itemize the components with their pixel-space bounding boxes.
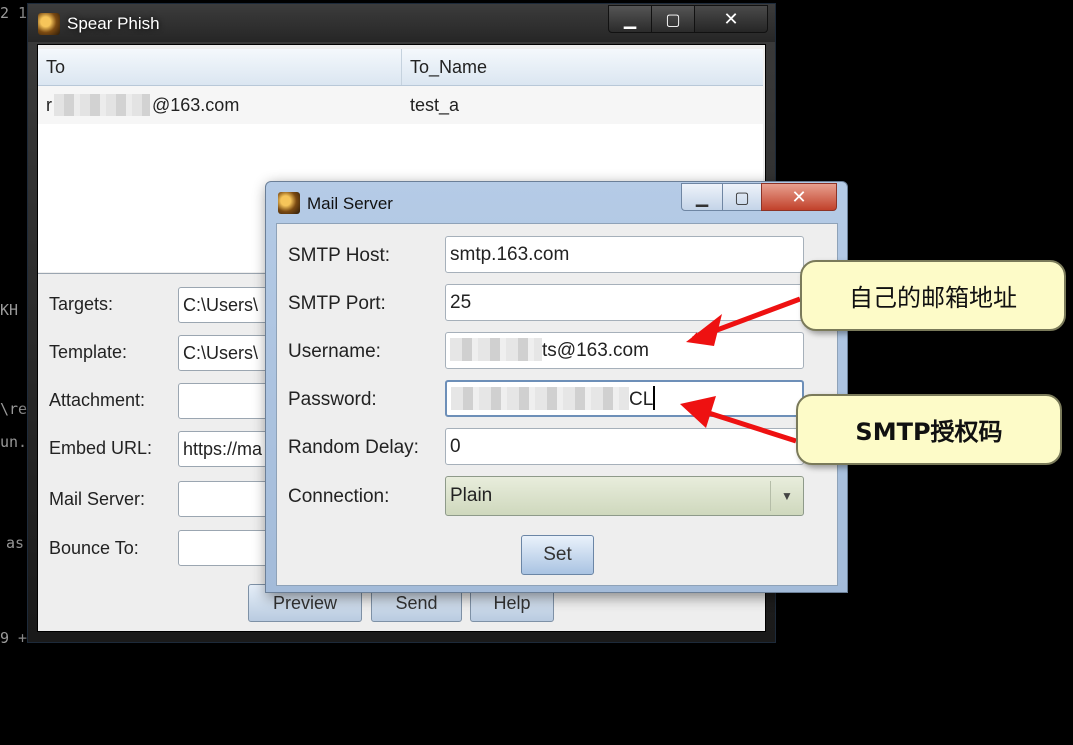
maximize-icon: ▢ [734,187,750,207]
terminal-text: 2 1 [0,4,28,22]
embed-url-label: Embed URL: [49,438,153,458]
redacted-block [54,93,150,116]
password-label: Password: [288,389,377,410]
redacted-block [450,337,542,361]
smtp-port-label: SMTP Port: [288,293,386,314]
table-cell-to: r @163.com [38,86,402,124]
column-header-to-name[interactable]: To_Name [402,49,762,85]
username-field[interactable]: ts@163.com [445,332,804,369]
terminal-text: un. [0,433,28,451]
attachment-label: Attachment: [49,390,146,410]
connection-selected: Plain [450,485,493,506]
email-suffix: @163.com [152,95,240,115]
email-prefix: r [46,95,52,115]
smtp-port-field[interactable]: 25 [445,284,804,321]
terminal-text: as [6,534,25,552]
maximize-button[interactable]: ▢ [651,5,695,33]
close-button[interactable]: ✕ [761,183,837,211]
minimize-icon: ▁ [695,187,709,207]
connection-select[interactable]: Plain ▼ [445,476,804,516]
mail-server-dialog: Mail Server ▁ ▢ ✕ SMTP Host: smtp.163.co… [265,181,848,593]
close-icon: ✕ [791,186,807,208]
bounce-to-label: Bounce To: [49,538,139,558]
random-delay-field[interactable]: 0 [445,428,804,465]
maximize-button[interactable]: ▢ [722,183,762,211]
minimize-button[interactable]: ▁ [681,183,723,211]
minimize-button[interactable]: ▁ [608,5,652,33]
mail-server-label: Mail Server: [49,489,146,509]
terminal-text: KH [0,301,19,319]
chevron-down-icon[interactable]: ▼ [770,481,803,511]
connection-label: Connection: [288,486,390,507]
smtp-host-field[interactable]: smtp.163.com [445,236,804,273]
app-icon [278,192,300,214]
template-label: Template: [49,342,128,362]
title-bar[interactable]: Spear Phish ▁ ▢ ✕ [28,4,775,42]
callout-email-address: 自己的邮箱地址 [800,260,1066,331]
mail-server-form: SMTP Host: smtp.163.com SMTP Port: 25 Us… [276,223,838,586]
maximize-icon: ▢ [665,9,681,29]
targets-label: Targets: [49,294,114,314]
random-delay-label: Random Delay: [288,437,419,458]
set-button[interactable]: Set [521,535,594,575]
username-label: Username: [288,341,381,362]
targets-table-header: To To_Name [38,49,763,86]
password-field[interactable]: CL [445,380,804,417]
close-icon: ✕ [723,8,739,30]
username-suffix: ts@163.com [542,340,649,361]
window-title: Spear Phish [67,14,160,33]
redacted-block [451,386,629,410]
table-cell-to-name: test_a [410,95,460,115]
table-row[interactable]: r @163.com test_a [38,86,763,124]
text-cursor [653,386,656,411]
app-icon [38,13,60,35]
dialog-title-bar[interactable]: Mail Server ▁ ▢ ✕ [266,182,847,220]
callout-smtp-auth-code: SMTP授权码 [796,394,1062,465]
minimize-icon: ▁ [623,9,637,29]
dialog-title: Mail Server [307,194,393,213]
column-header-to[interactable]: To [38,49,402,85]
terminal-text: \re [0,400,28,418]
close-button[interactable]: ✕ [694,5,768,33]
password-suffix: CL [629,389,654,410]
smtp-host-label: SMTP Host: [288,245,391,266]
